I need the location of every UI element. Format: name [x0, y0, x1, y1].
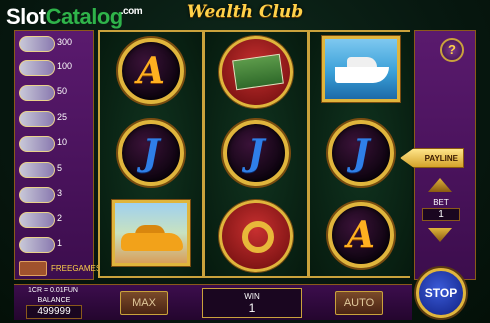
j-symbol: J: [118, 120, 184, 186]
reel-cell: [310, 32, 412, 112]
reel-3: J A: [310, 32, 412, 276]
paytable-row: 2: [15, 211, 95, 229]
reel-area: A J J J A: [98, 30, 412, 278]
a-symbol: A: [328, 202, 394, 268]
paytable-row: 5: [15, 161, 95, 179]
balance-value: 499999: [26, 305, 82, 319]
watermark-logo: SlotCatalog.com: [6, 4, 143, 29]
yacht-symbol: [322, 36, 400, 102]
combo-icon: [19, 237, 55, 253]
bet-label: BET: [433, 198, 449, 207]
j-symbol: J: [223, 120, 289, 186]
combo-icon: [19, 162, 55, 178]
reel-cell: J: [310, 114, 412, 194]
help-button[interactable]: ?: [440, 38, 464, 62]
paytable-row: 300: [15, 35, 95, 53]
win-value: 1: [248, 301, 256, 315]
win-display: WIN 1: [202, 288, 302, 318]
reel-cell: [100, 196, 202, 276]
reel-1: A J: [100, 32, 202, 276]
ring-icon: [242, 221, 274, 253]
combo-icon: [19, 60, 55, 76]
yacht-hull: [335, 67, 389, 83]
autoplay-button[interactable]: AUTO: [335, 291, 383, 315]
paytable-row: 25: [15, 110, 95, 128]
win-label: WIN: [244, 292, 260, 301]
car-body: [121, 233, 183, 251]
freegames-row: FREEGAMES: [19, 261, 101, 277]
combo-icon: [19, 136, 55, 152]
paytable-row: 1: [15, 236, 95, 254]
combo-icon: [19, 85, 55, 101]
combo-icon: [19, 36, 55, 52]
reel-cell: A: [100, 32, 202, 112]
max-bet-button[interactable]: MAX: [120, 291, 168, 315]
bet-value: 1: [422, 208, 460, 221]
gold-ring-symbol: [219, 200, 293, 272]
combo-icon: [19, 187, 55, 203]
stop-button[interactable]: STOP: [416, 268, 466, 318]
paytable-row: 10: [15, 135, 95, 153]
combo-icon: [19, 212, 55, 228]
reel-cell: A: [310, 196, 412, 276]
sports-car-symbol: [112, 200, 190, 266]
balance-label: BALANCE: [37, 297, 71, 304]
bet-display: BET 1: [422, 198, 460, 224]
reel-2: J: [205, 32, 307, 276]
combo-icon: [19, 111, 55, 127]
treasure-chest-icon: [19, 261, 47, 276]
cash-stack-symbol: [219, 36, 293, 108]
paytable-row: 50: [15, 84, 95, 102]
reel-cell: [205, 196, 307, 276]
paytable-row: 100: [15, 59, 95, 77]
game-title: Wealth Club: [186, 2, 304, 22]
paytable-row: 3: [15, 186, 95, 204]
a-symbol: A: [118, 38, 184, 104]
credit-info: 1CR = 0.01FUN: [28, 287, 78, 294]
reel-cell: J: [205, 114, 307, 194]
paytable-panel: 300 100 50 25 10 5 3 2 1 FREEGAMES: [14, 30, 101, 280]
j-symbol: J: [328, 120, 394, 186]
cash-stack-icon: [232, 53, 284, 91]
reel-cell: [205, 32, 307, 112]
reel-cell: J: [100, 114, 202, 194]
